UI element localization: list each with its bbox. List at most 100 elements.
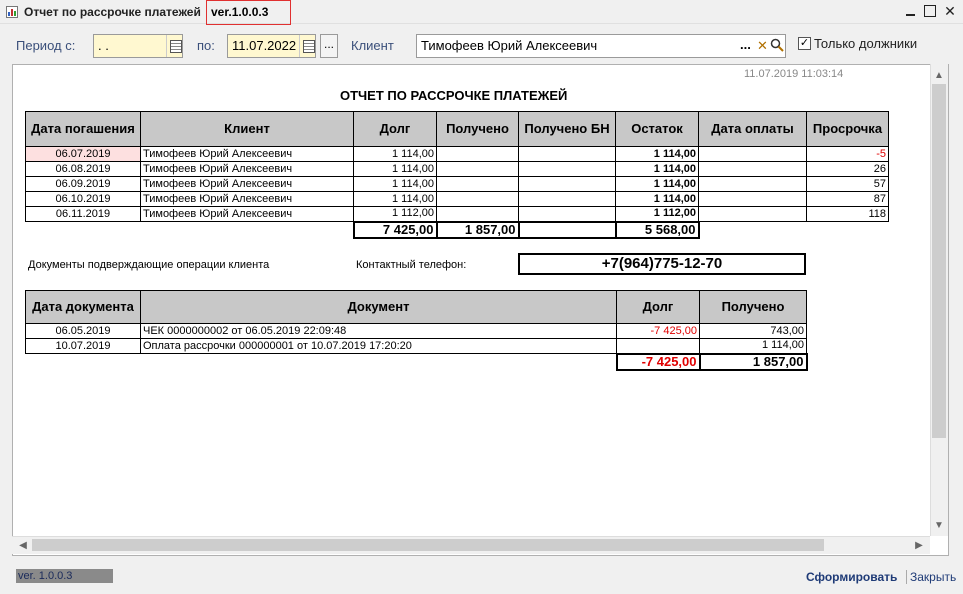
cell-received-bn (518, 146, 616, 162)
phone-value: +7(964)775-12-70 (518, 253, 806, 275)
total-doc-received: 1 857,00 (698, 352, 808, 371)
table-row: 06.10.2019 Тимофеев Юрий Алексеевич 1 11… (25, 191, 889, 207)
total-doc-debt: -7 425,00 (615, 352, 701, 371)
col-received-bn: Получено БН (518, 111, 616, 147)
client-select-button[interactable]: ... (740, 37, 751, 53)
window-title: Отчет по рассрочке платежей (24, 5, 201, 19)
period-from-label: Период с: (16, 38, 76, 53)
cell-received (436, 176, 519, 192)
cell-received (436, 206, 519, 222)
cell-overdue: 57 (806, 176, 889, 192)
close-icon[interactable]: ✕ (942, 3, 958, 19)
total-received-bn (517, 220, 617, 239)
cell-due-date: 06.11.2019 (25, 206, 141, 222)
cell-received (436, 146, 519, 162)
cell-client: Тимофеев Юрий Алексеевич (140, 191, 354, 207)
cell-debt: 1 114,00 (353, 161, 437, 177)
col-document: Документ (140, 290, 617, 324)
cell-client: Тимофеев Юрий Алексеевич (140, 206, 354, 222)
cell-balance: 1 114,00 (615, 191, 699, 207)
status-version: ver. 1.0.0.3 (16, 569, 113, 583)
documents-label: Документы подверждающие операции клиента (28, 259, 270, 271)
calendar-icon[interactable] (299, 35, 315, 57)
title-bar: Отчет по рассрочке платежей ver.1.0.0.3 … (0, 0, 963, 25)
maximize-icon[interactable] (922, 3, 938, 19)
col-balance: Остаток (615, 111, 699, 147)
cell-received-bn (518, 206, 616, 222)
period-to-label: по: (197, 38, 215, 53)
cell-document: ЧЕК 0000000002 от 06.05.2019 22:09:48 (140, 323, 617, 339)
cell-balance: 1 114,00 (615, 146, 699, 162)
cell-doc-debt (616, 338, 700, 354)
cell-pay-date (698, 206, 807, 222)
cell-due-date: 06.08.2019 (25, 161, 141, 177)
vertical-scrollbar-thumb[interactable] (932, 84, 946, 438)
table-row: 06.11.2019 Тимофеев Юрий Алексеевич 1 11… (25, 206, 889, 222)
table-row: 06.09.2019 Тимофеев Юрий Алексеевич 1 11… (25, 176, 889, 192)
scroll-up-icon[interactable]: ▲ (932, 70, 946, 81)
cell-received (436, 191, 519, 207)
cell-balance: 1 114,00 (615, 161, 699, 177)
cell-debt: 1 114,00 (353, 191, 437, 207)
window-version: ver.1.0.0.3 (206, 0, 291, 25)
table-row: 10.07.2019 Оплата рассрочки 000000001 от… (25, 338, 807, 354)
scroll-left-icon[interactable]: ◀ (16, 540, 30, 551)
period-select-button[interactable]: ... (320, 34, 338, 58)
cell-doc-received: 743,00 (699, 323, 807, 339)
minimize-icon[interactable] (903, 3, 919, 19)
total-debt: 7 425,00 (352, 220, 438, 239)
scroll-down-icon[interactable]: ▼ (932, 520, 946, 531)
client-label: Клиент (351, 38, 394, 53)
col-doc-date: Дата документа (25, 290, 141, 324)
total-received: 1 857,00 (435, 220, 520, 239)
cell-doc-date: 06.05.2019 (25, 323, 141, 339)
cell-pay-date (698, 161, 807, 177)
totals-row: -7 425,00 1 857,00 (26, 352, 808, 371)
cell-debt: 1 112,00 (353, 206, 437, 222)
app-icon (6, 6, 18, 18)
cell-pay-date (698, 191, 807, 207)
generate-button[interactable]: Сформировать (806, 570, 897, 584)
cell-pay-date (698, 176, 807, 192)
col-pay-date: Дата оплаты (698, 111, 807, 147)
cell-doc-debt: -7 425,00 (616, 323, 700, 339)
only-debtors-checkbox[interactable]: ✓ (798, 37, 811, 50)
cell-debt: 1 114,00 (353, 176, 437, 192)
client-field[interactable]: Тимофеев Юрий Алексеевич (416, 34, 786, 58)
cell-overdue: 26 (806, 161, 889, 177)
documents-table: Дата документа Документ Долг Получено 06… (25, 290, 808, 371)
totals-row: 7 425,00 1 857,00 5 568,00 (26, 220, 889, 239)
cell-document: Оплата рассрочки 000000001 от 10.07.2019… (140, 338, 617, 354)
cell-received-bn (518, 161, 616, 177)
calendar-icon[interactable] (166, 35, 182, 57)
cell-overdue: 87 (806, 191, 889, 207)
close-button[interactable]: Закрыть (906, 570, 956, 584)
table-row: 06.05.2019 ЧЕК 0000000002 от 06.05.2019 … (25, 323, 807, 339)
col-debt: Долг (353, 111, 437, 147)
cell-balance: 1 112,00 (615, 206, 699, 222)
col-doc-received: Получено (699, 290, 807, 324)
total-balance: 5 568,00 (614, 220, 700, 239)
table-row: 06.08.2019 Тимофеев Юрий Алексеевич 1 11… (25, 161, 889, 177)
cell-pay-date (698, 146, 807, 162)
cell-balance: 1 114,00 (615, 176, 699, 192)
report-datetime: 11.07.2019 11:03:14 (744, 68, 844, 80)
cell-overdue: 118 (806, 206, 889, 222)
schedule-table: Дата погашения Клиент Долг Получено Полу… (25, 111, 889, 239)
col-due-date: Дата погашения (25, 111, 141, 147)
cell-debt: 1 114,00 (353, 146, 437, 162)
table-row: 06.07.2019 Тимофеев Юрий Алексеевич 1 11… (25, 146, 889, 162)
only-debtors-label[interactable]: Только должники (814, 36, 917, 51)
cell-doc-date: 10.07.2019 (25, 338, 141, 354)
scroll-right-icon[interactable]: ▶ (912, 540, 926, 551)
search-icon[interactable] (770, 38, 784, 52)
col-received: Получено (436, 111, 519, 147)
horizontal-scrollbar-thumb[interactable] (32, 539, 824, 551)
cell-due-date: 06.07.2019 (25, 146, 141, 162)
cell-overdue: -5 (806, 146, 889, 162)
report-title: ОТЧЕТ ПО РАССРОЧКЕ ПЛАТЕЖЕЙ (340, 88, 568, 103)
cell-client: Тимофеев Юрий Алексеевич (140, 161, 354, 177)
cell-doc-received: 1 114,00 (699, 338, 807, 354)
phone-label: Контактный телефон: (356, 259, 467, 271)
clear-icon[interactable]: ✕ (757, 38, 768, 54)
